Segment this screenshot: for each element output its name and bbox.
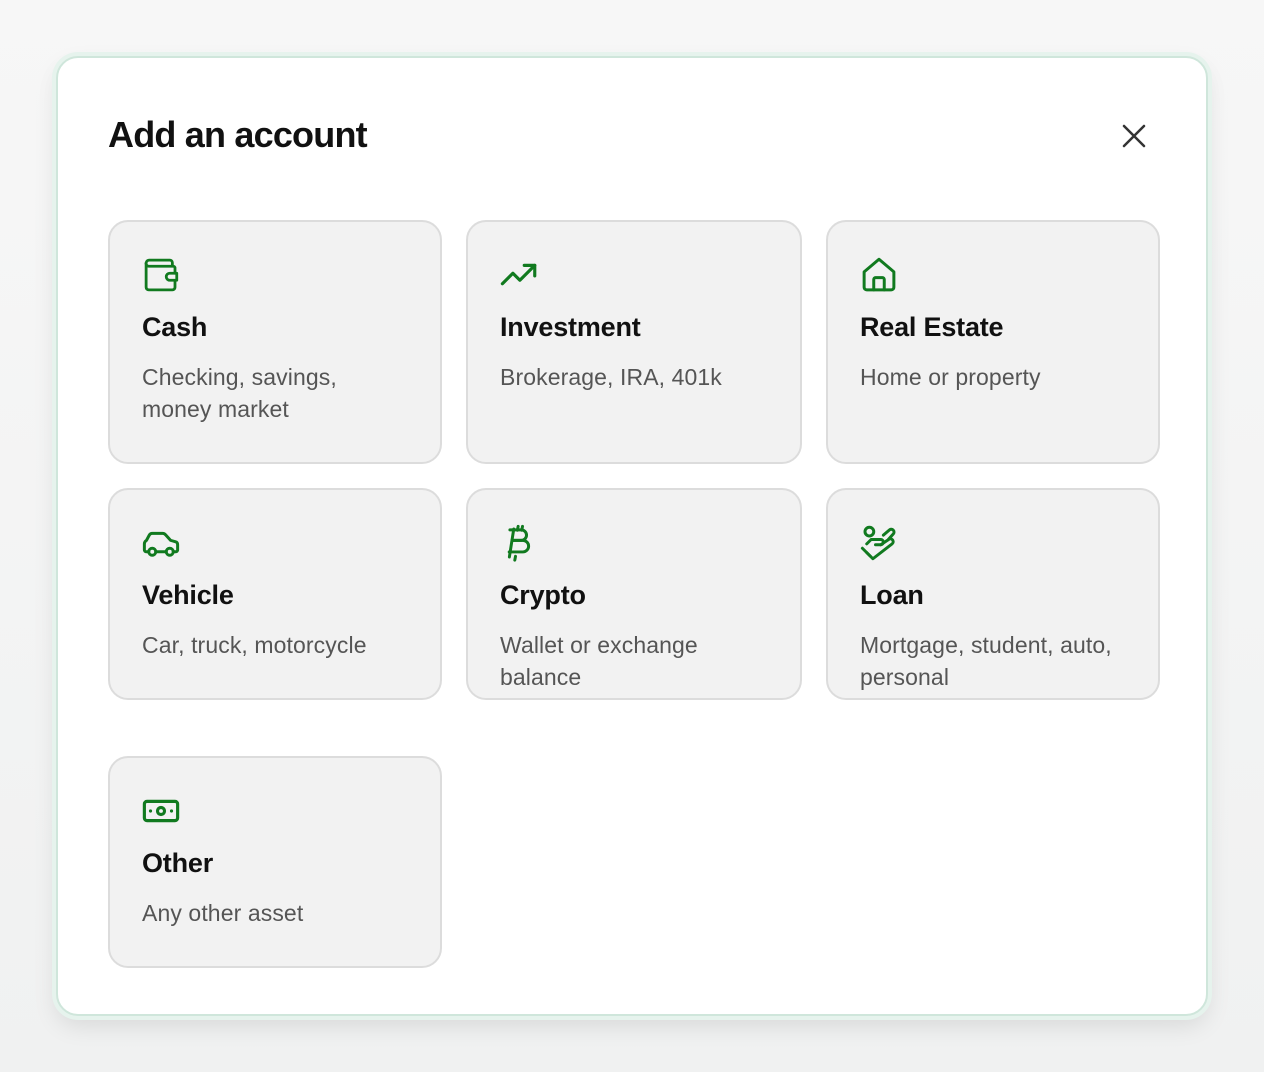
account-option-other[interactable]: Other Any other asset (108, 756, 442, 968)
account-option-description: Any other asset (142, 900, 304, 926)
account-option-description: Home or property (860, 364, 1041, 390)
close-button[interactable] (1112, 114, 1156, 158)
account-option-crypto[interactable]: Crypto Wallet or exchange balance (466, 488, 802, 700)
account-option-description: Car, truck, motorcycle (142, 632, 367, 658)
banknote-icon (142, 799, 180, 823)
account-option-cash[interactable]: Cash Checking, savings, money market (108, 220, 442, 464)
wallet-icon (144, 258, 179, 292)
hand-coins-icon (860, 525, 896, 561)
close-icon (1122, 124, 1146, 148)
account-option-label: Loan (860, 580, 924, 610)
account-option-vehicle[interactable]: Vehicle Car, truck, motorcycle (108, 488, 442, 700)
bitcoin-icon (507, 524, 531, 562)
car-icon (142, 531, 180, 557)
account-option-investment[interactable]: Investment Brokerage, IRA, 401k (466, 220, 802, 464)
account-option-label: Real Estate (860, 312, 1004, 342)
account-option-description: Wallet or exchange balance (500, 632, 698, 690)
house-icon (862, 257, 896, 292)
add-account-modal: Add an account Cash Checking, savings, m… (56, 56, 1208, 1016)
account-option-label: Crypto (500, 580, 586, 610)
account-option-description: Mortgage, student, auto, personal (860, 632, 1112, 690)
modal-title: Add an account (108, 114, 368, 155)
account-option-label: Vehicle (142, 580, 234, 610)
trending-up-icon (500, 263, 537, 286)
account-type-grid: Cash Checking, savings, money market Inv… (108, 220, 1160, 1000)
account-option-label: Other (142, 848, 214, 878)
account-option-label: Cash (142, 312, 208, 342)
account-option-label: Investment (500, 312, 641, 342)
account-option-description: Brokerage, IRA, 401k (500, 364, 722, 390)
account-option-loan[interactable]: Loan Mortgage, student, auto, personal (826, 488, 1160, 700)
account-option-description: Checking, savings, money market (142, 364, 337, 422)
account-option-real-estate[interactable]: Real Estate Home or property (826, 220, 1160, 464)
